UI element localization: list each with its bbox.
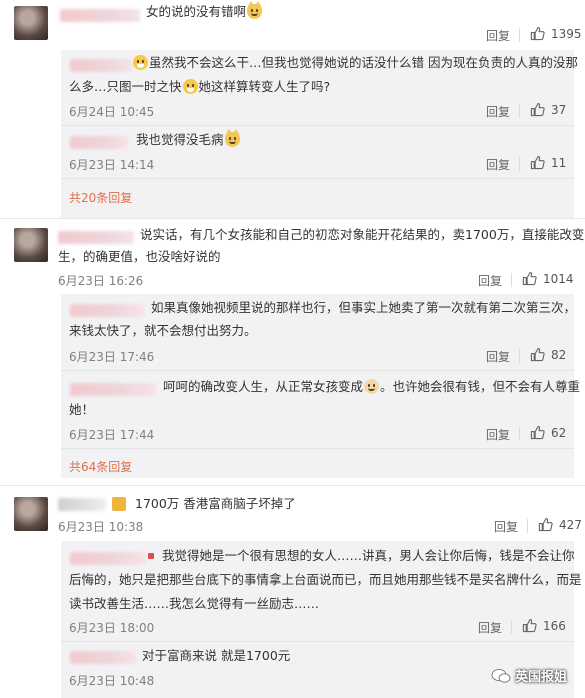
reply-text: 我觉得她是一个很有思想的女人……讲真，男人会让你后悔，钱是不会让你 (162, 548, 575, 563)
reply-button[interactable]: 回复 (478, 619, 502, 636)
thumbs-up-icon (530, 26, 545, 41)
view-more-replies-link[interactable]: 共64条回复 (69, 458, 132, 475)
reply-text: 后悔的，她只是把那些台底下的事情拿上台面说而已，而且她用那些钱不是买名牌什么，而… (69, 572, 582, 587)
username-blurred[interactable] (70, 552, 146, 565)
comment-text: 女的说的没有错啊 (146, 1, 263, 23)
like-button[interactable]: 62 (530, 425, 566, 440)
reply-text: 来钱太快了，就不会想付出努力。 (69, 323, 257, 338)
watermark-text: 英国报姐 (515, 670, 568, 685)
avatar[interactable] (14, 6, 48, 40)
like-count: 82 (551, 347, 567, 362)
thumbs-up-icon (530, 425, 545, 440)
divider (61, 125, 574, 126)
divider (527, 519, 528, 533)
username-blurred[interactable] (70, 59, 132, 72)
thumbs-up-icon (538, 517, 553, 532)
like-button[interactable]: 11 (530, 155, 566, 170)
comment-text: 生，的确更值，也没啥好说的 (58, 249, 221, 264)
like-count: 1395 (551, 26, 582, 41)
username-blurred[interactable] (58, 498, 106, 511)
reply-button[interactable]: 回复 (486, 348, 510, 365)
reply-text: 她！ (69, 402, 95, 417)
reply-text: 么多…只图一时之快 她这样算转变人生了吗? (69, 79, 331, 94)
reply-button[interactable]: 回复 (486, 156, 510, 173)
like-button[interactable]: 1014 (522, 271, 574, 286)
woman-emoji-icon (364, 379, 380, 394)
username-blurred[interactable] (58, 231, 134, 244)
reply-text: 呵呵的确改变人生，从正常女孩变成 。也许她会很有钱，但不会有人尊重 (163, 379, 581, 394)
username-blurred[interactable] (70, 651, 136, 664)
like-button[interactable]: 427 (538, 517, 582, 532)
like-count: 166 (543, 618, 566, 633)
badge-icon (112, 497, 126, 511)
like-button[interactable]: 37 (530, 102, 566, 117)
reply-text: 虽然我不会这么干…但我也觉得她说的话没什么错 因为现在负责的人真的没那 (132, 52, 578, 74)
timestamp: 6月23日 17:44 (69, 428, 155, 442)
comment-text: 1700万 香港富商脑子坏掉了 (135, 496, 296, 511)
like-count: 11 (551, 155, 567, 170)
avatar[interactable] (14, 497, 48, 531)
timestamp: 6月23日 18:00 (69, 621, 155, 635)
reply-text: 如果真像她视频里说的那样也行，但事实上她卖了第一次就有第二次第三次， (151, 300, 577, 315)
divider (519, 427, 520, 441)
wechat-icon (491, 668, 511, 684)
divider (511, 620, 512, 634)
divider (61, 370, 574, 371)
like-count: 62 (551, 425, 567, 440)
cat-emoji-icon (247, 1, 263, 19)
like-button[interactable]: 1395 (530, 26, 582, 41)
thumbs-up-icon (522, 271, 537, 286)
comment-separator (0, 218, 585, 219)
thumbs-up-icon (530, 102, 545, 117)
reply-button[interactable]: 回复 (494, 518, 518, 535)
thumbs-up-icon (530, 155, 545, 170)
username-blurred[interactable] (70, 383, 156, 396)
username-blurred[interactable] (70, 136, 128, 149)
laughing-emoji-icon (133, 55, 148, 70)
divider (61, 641, 574, 642)
reply-text: 读书改善生活……我怎么觉得有一丝励志…… (69, 596, 320, 611)
divider (511, 273, 512, 287)
like-button[interactable]: 82 (530, 347, 566, 362)
laughing-emoji-icon (182, 79, 198, 94)
reply-text: 对于富商来说 就是1700元 (142, 648, 291, 663)
timestamp: 6月23日 10:38 (58, 520, 144, 534)
comment-text: 说实话，有几个女孩能和自己的初恋对象能开花结果的，卖1700万，直接能改变人 (140, 227, 585, 242)
comment-separator (0, 485, 585, 486)
like-count: 37 (551, 102, 567, 117)
divider (61, 448, 574, 449)
watermark: 英国报姐 (491, 666, 567, 685)
timestamp: 6月24日 10:45 (69, 105, 155, 119)
badge-icon (148, 553, 154, 559)
avatar[interactable] (14, 228, 48, 262)
reply-text: 我也觉得没毛病 (136, 129, 241, 151)
username-blurred[interactable] (60, 9, 140, 22)
timestamp: 6月23日 16:26 (58, 274, 144, 288)
divider (61, 178, 574, 179)
timestamp: 6月23日 17:46 (69, 350, 155, 364)
divider (519, 104, 520, 118)
reply-button[interactable]: 回复 (478, 272, 502, 289)
divider (519, 28, 520, 42)
reply-button[interactable]: 回复 (486, 27, 510, 44)
cat-emoji-icon (224, 129, 240, 147)
divider (519, 157, 520, 171)
thumbs-up-icon (530, 347, 545, 362)
timestamp: 6月23日 14:14 (69, 158, 155, 172)
view-more-replies-link[interactable]: 共20条回复 (69, 189, 132, 206)
like-count: 1014 (543, 271, 574, 286)
like-count: 427 (559, 517, 582, 532)
comment-feed: 女的说的没有错啊 回复 1395 虽然我不会这么干…但我也觉得她说的话没什么错 … (0, 0, 585, 698)
divider (519, 349, 520, 363)
timestamp: 6月23日 10:48 (69, 674, 155, 688)
reply-button[interactable]: 回复 (486, 103, 510, 120)
reply-button[interactable]: 回复 (486, 426, 510, 443)
thumbs-up-icon (522, 618, 537, 633)
username-blurred[interactable] (70, 304, 144, 317)
like-button[interactable]: 166 (522, 618, 566, 633)
